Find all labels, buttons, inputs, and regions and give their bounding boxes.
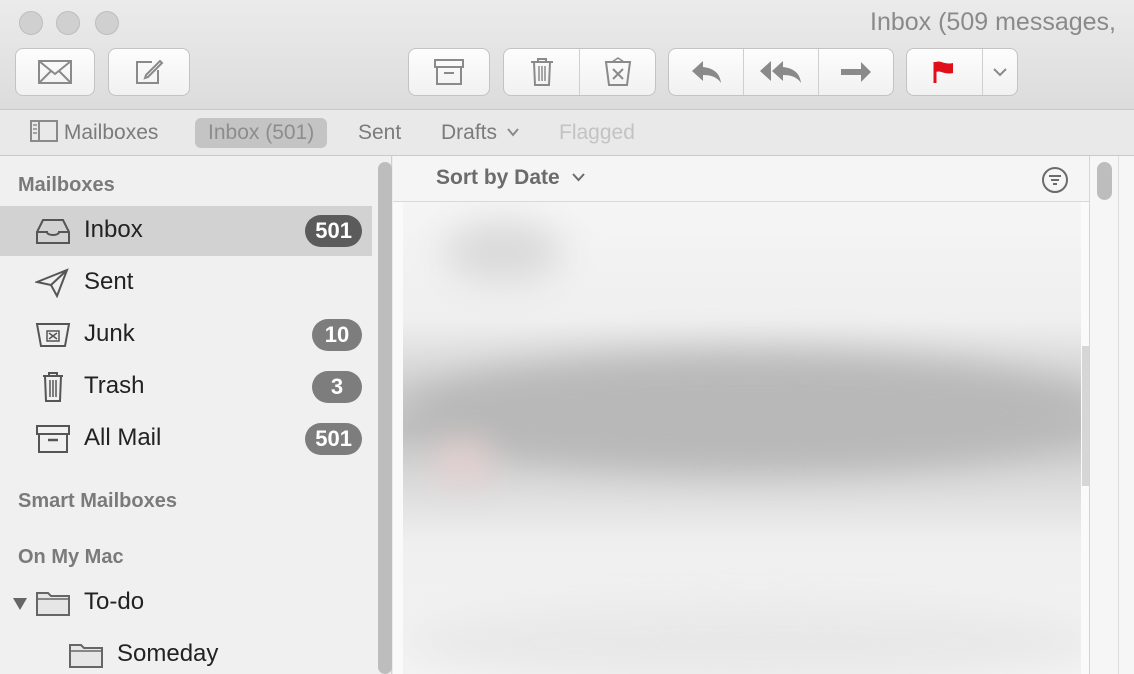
zoom-window-button[interactable] bbox=[95, 11, 119, 35]
chevron-down-icon bbox=[571, 173, 585, 182]
sidebar-item-label: Trash bbox=[84, 372, 145, 399]
unread-count-badge: 3 bbox=[312, 371, 362, 403]
filter-icon[interactable] bbox=[1041, 166, 1069, 194]
window-title: Inbox (509 messages, bbox=[870, 8, 1116, 36]
sort-by-button[interactable]: Sort by Date bbox=[436, 166, 585, 190]
chevron-down-icon bbox=[507, 128, 519, 137]
drafts-label: Drafts bbox=[441, 121, 498, 144]
unread-count-badge: 501 bbox=[305, 215, 362, 247]
forward-icon bbox=[841, 62, 871, 82]
unread-count-badge: 10 bbox=[312, 319, 362, 351]
junk-button[interactable] bbox=[580, 49, 655, 95]
pane-divider bbox=[1118, 156, 1119, 674]
disclosure-triangle-icon[interactable] bbox=[12, 597, 28, 611]
paper-plane-icon bbox=[35, 268, 69, 298]
forward-button[interactable] bbox=[819, 49, 893, 95]
archive-box-icon bbox=[36, 425, 70, 453]
sidebar-icon bbox=[30, 120, 58, 142]
folder-icon bbox=[36, 592, 70, 616]
compose-button[interactable] bbox=[108, 48, 190, 96]
chevron-down-icon bbox=[993, 68, 1007, 77]
delete-button[interactable] bbox=[504, 49, 580, 95]
minimize-window-button[interactable] bbox=[56, 11, 80, 35]
trash-icon bbox=[530, 58, 553, 86]
message-list-scrollbar[interactable] bbox=[1082, 346, 1089, 486]
sort-label: Sort by Date bbox=[436, 166, 560, 189]
trash-can-icon bbox=[43, 372, 63, 402]
sidebar-item-all-mail[interactable]: All Mail 501 bbox=[0, 414, 372, 464]
flag-menu-button[interactable] bbox=[983, 49, 1017, 95]
blurred-message-list[interactable] bbox=[403, 202, 1081, 674]
compose-icon bbox=[109, 49, 189, 95]
on-my-mac-section-header[interactable]: On My Mac bbox=[18, 546, 124, 569]
junk-box-icon bbox=[35, 323, 71, 347]
favorite-sent[interactable]: Sent bbox=[358, 118, 401, 148]
sidebar-item-label: Junk bbox=[84, 320, 135, 347]
sidebar-item-inbox[interactable]: Inbox 501 bbox=[0, 206, 372, 256]
reply-icon bbox=[692, 61, 721, 83]
sidebar-item-todo[interactable]: To-do bbox=[0, 578, 372, 628]
unread-count-badge: 501 bbox=[305, 423, 362, 455]
message-viewer-pane bbox=[1089, 156, 1134, 674]
message-list-header: Sort by Date bbox=[393, 156, 1089, 202]
viewer-scrollbar[interactable] bbox=[1097, 162, 1112, 200]
reply-button[interactable] bbox=[669, 49, 744, 95]
sidebar-scrollbar[interactable] bbox=[378, 162, 392, 674]
sidebar-item-someday[interactable]: Someday bbox=[0, 630, 372, 674]
inbox-tray-icon bbox=[36, 219, 70, 244]
flag-button[interactable] bbox=[907, 49, 983, 95]
mailbox-sidebar: Mailboxes Inbox 501 Sent Junk 10 Trash 3… bbox=[0, 156, 392, 674]
sidebar-item-sent[interactable]: Sent bbox=[0, 258, 372, 308]
close-window-button[interactable] bbox=[19, 11, 43, 35]
flag-group bbox=[906, 48, 1018, 96]
favorite-drafts[interactable]: Drafts bbox=[441, 118, 519, 148]
sidebar-item-label: Sent bbox=[84, 268, 134, 295]
folder-icon bbox=[69, 644, 103, 668]
envelope-icon bbox=[16, 49, 94, 95]
sidebar-item-label: All Mail bbox=[84, 424, 162, 451]
delete-junk-group bbox=[503, 48, 656, 96]
message-list-pane: Sort by Date bbox=[393, 156, 1089, 674]
mailboxes-toggle-button[interactable]: Mailboxes bbox=[30, 118, 158, 148]
favorite-flagged[interactable]: Flagged bbox=[559, 118, 635, 148]
title-bar: Inbox (509 messages, bbox=[0, 0, 1134, 110]
flag-icon bbox=[933, 61, 954, 83]
get-mail-button[interactable] bbox=[15, 48, 95, 96]
mailboxes-section-header[interactable]: Mailboxes bbox=[18, 174, 115, 197]
smart-mailboxes-section-header[interactable]: Smart Mailboxes bbox=[18, 490, 177, 513]
favorite-inbox[interactable]: Inbox (501) bbox=[195, 118, 328, 148]
sidebar-item-junk[interactable]: Junk 10 bbox=[0, 310, 372, 360]
sidebar-item-label: To-do bbox=[84, 588, 145, 615]
reply-group bbox=[668, 48, 894, 96]
reply-all-button[interactable] bbox=[744, 49, 819, 95]
sidebar-item-label: Inbox bbox=[84, 216, 143, 243]
reply-all-icon bbox=[760, 61, 801, 83]
mailboxes-label: Mailboxes bbox=[63, 121, 159, 144]
sidebar-item-label: Someday bbox=[117, 640, 219, 667]
archive-button[interactable] bbox=[408, 48, 490, 96]
favorites-bar: Mailboxes Inbox (501) Sent Drafts Flagge… bbox=[0, 110, 1134, 156]
archive-icon bbox=[409, 49, 489, 95]
junk-icon bbox=[604, 57, 631, 86]
sidebar-item-trash[interactable]: Trash 3 bbox=[0, 362, 372, 412]
